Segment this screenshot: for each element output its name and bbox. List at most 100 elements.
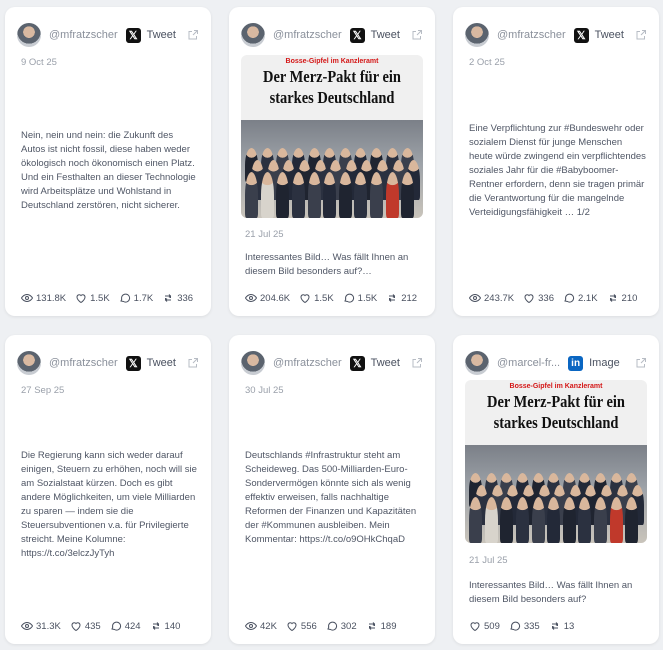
author-handle[interactable]: @mfratzscher bbox=[497, 29, 566, 41]
photo-figure bbox=[469, 497, 482, 543]
x-logo-icon: 𝕏 bbox=[349, 27, 365, 43]
external-link-icon[interactable] bbox=[411, 357, 423, 369]
photo-figure bbox=[531, 497, 545, 543]
avatar[interactable] bbox=[241, 23, 265, 47]
external-link-icon[interactable] bbox=[411, 29, 423, 41]
x-logo-icon: 𝕏 bbox=[125, 27, 141, 43]
repost-icon bbox=[607, 292, 619, 304]
card-header: @mfratzscher 𝕏 Tweet bbox=[465, 21, 647, 49]
stats-row: 509 335 13 bbox=[469, 620, 649, 632]
avatar[interactable] bbox=[465, 351, 489, 375]
reposts-stat: 140 bbox=[150, 620, 180, 632]
comment-icon bbox=[119, 292, 131, 304]
external-link-icon[interactable] bbox=[187, 357, 199, 369]
card-header: @mfratzscher 𝕏 Tweet bbox=[241, 349, 423, 377]
photo-figure bbox=[276, 172, 290, 218]
external-link-icon[interactable] bbox=[187, 29, 199, 41]
post-card[interactable]: @mfratzscher 𝕏 Tweet 9 Oct 25 Nein, nein… bbox=[5, 7, 211, 316]
platform-label: Image bbox=[589, 357, 620, 369]
image-kicker: Bosse-Gipfel im Kanzleramt bbox=[285, 58, 379, 65]
photo-figure bbox=[484, 497, 498, 543]
eye-icon bbox=[245, 620, 257, 632]
platform-label: Tweet bbox=[146, 29, 176, 41]
post-card[interactable]: @mfratzscher 𝕏 Tweet 30 Jul 25 Deutschla… bbox=[229, 335, 435, 644]
photo-figure bbox=[260, 172, 274, 218]
stats-row: 42K 556 302 189 bbox=[245, 620, 425, 632]
repost-icon bbox=[162, 292, 174, 304]
image-headline-line-2: starkes Deutschland bbox=[269, 88, 395, 107]
reposts-stat: 336 bbox=[162, 292, 193, 304]
avatar[interactable] bbox=[465, 23, 489, 47]
comment-icon bbox=[110, 620, 122, 632]
post-date: 21 Jul 25 bbox=[469, 555, 508, 566]
views-stat: 243.7K bbox=[469, 292, 514, 304]
likes-stat: 509 bbox=[469, 620, 500, 632]
eye-icon bbox=[469, 292, 481, 304]
author-handle[interactable]: @mfratzscher bbox=[273, 357, 342, 369]
stats-row: 131.8K 1.5K 1.7K 336 bbox=[21, 292, 201, 304]
avatar[interactable] bbox=[17, 351, 41, 375]
avatar[interactable] bbox=[241, 351, 265, 375]
x-logo-icon: 𝕏 bbox=[573, 27, 589, 43]
eye-icon bbox=[21, 620, 33, 632]
post-date: 9 Oct 25 bbox=[21, 57, 57, 68]
external-link-icon[interactable] bbox=[635, 29, 647, 41]
post-card[interactable]: @mfratzscher 𝕏 Tweet 27 Sep 25 Die Regie… bbox=[5, 335, 211, 644]
post-card[interactable]: @mfratzscher 𝕏 Tweet 2 Oct 25 Eine Verpf… bbox=[453, 7, 659, 316]
author-handle[interactable]: @mfratzscher bbox=[49, 29, 118, 41]
post-text: Eine Verpflichtung zur #Bundeswehr oder … bbox=[469, 123, 646, 218]
photo-figure bbox=[547, 497, 561, 543]
replies-stat: 302 bbox=[326, 620, 357, 632]
repost-icon bbox=[549, 620, 561, 632]
heart-icon bbox=[299, 292, 311, 304]
heart-icon bbox=[70, 620, 82, 632]
replies-stat: 335 bbox=[509, 620, 540, 632]
post-card[interactable]: @marcel-fr... in Image Bosse-Gipfel im K… bbox=[453, 335, 659, 644]
post-text: Interessantes Bild… Was fällt Ihnen an d… bbox=[245, 252, 409, 277]
stats-row: 243.7K 336 2.1K 210 bbox=[469, 292, 649, 304]
x-logo-icon: 𝕏 bbox=[125, 355, 141, 371]
platform-label: Tweet bbox=[370, 29, 400, 41]
photo-figure bbox=[609, 497, 623, 543]
heart-icon bbox=[523, 292, 535, 304]
heart-icon bbox=[75, 292, 87, 304]
replies-stat: 1.5K bbox=[343, 292, 377, 304]
post-text: Nein, nein und nein: die Zukunft des Aut… bbox=[21, 130, 196, 211]
repost-icon bbox=[366, 620, 378, 632]
post-date: 30 Jul 25 bbox=[245, 385, 284, 396]
likes-stat: 435 bbox=[70, 620, 101, 632]
platform-label: Tweet bbox=[594, 29, 624, 41]
views-stat: 42K bbox=[245, 620, 277, 632]
image-kicker: Bosse-Gipfel im Kanzleramt bbox=[509, 383, 603, 390]
post-date: 2 Oct 25 bbox=[469, 57, 505, 68]
photo-figure bbox=[515, 497, 529, 543]
avatar[interactable] bbox=[17, 23, 41, 47]
group-photo bbox=[241, 120, 423, 218]
stats-row: 31.3K 435 424 140 bbox=[21, 620, 201, 632]
author-handle[interactable]: @marcel-fr... bbox=[497, 357, 560, 369]
comment-icon bbox=[509, 620, 521, 632]
views-stat: 131.8K bbox=[21, 292, 66, 304]
post-image[interactable]: Bosse-Gipfel im Kanzleramt Der Merz-Pakt… bbox=[465, 380, 647, 543]
repost-icon bbox=[386, 292, 398, 304]
author-handle[interactable]: @mfratzscher bbox=[273, 29, 342, 41]
reposts-stat: 13 bbox=[549, 620, 574, 632]
x-logo-icon: 𝕏 bbox=[349, 355, 365, 371]
replies-stat: 2.1K bbox=[563, 292, 598, 304]
image-headline-line-1: Der Merz-Pakt für ein bbox=[263, 67, 401, 86]
stats-row: 204.6K 1.5K 1.5K 212 bbox=[245, 292, 425, 304]
post-card[interactable]: @mfratzscher 𝕏 Tweet Bosse-Gipfel im Kan… bbox=[229, 7, 435, 316]
photo-figure bbox=[500, 497, 514, 543]
reposts-stat: 210 bbox=[607, 292, 637, 304]
external-link-icon[interactable] bbox=[635, 357, 647, 369]
linkedin-logo-icon: in bbox=[568, 355, 584, 371]
post-image[interactable]: Bosse-Gipfel im Kanzleramt Der Merz-Pakt… bbox=[241, 55, 423, 218]
likes-stat: 336 bbox=[523, 292, 554, 304]
author-handle[interactable]: @mfratzscher bbox=[49, 357, 118, 369]
platform-label: Tweet bbox=[146, 357, 176, 369]
card-header: @mfratzscher 𝕏 Tweet bbox=[17, 349, 199, 377]
reposts-stat: 189 bbox=[366, 620, 396, 632]
eye-icon bbox=[245, 292, 257, 304]
photo-figure bbox=[594, 497, 608, 543]
heart-icon bbox=[286, 620, 298, 632]
